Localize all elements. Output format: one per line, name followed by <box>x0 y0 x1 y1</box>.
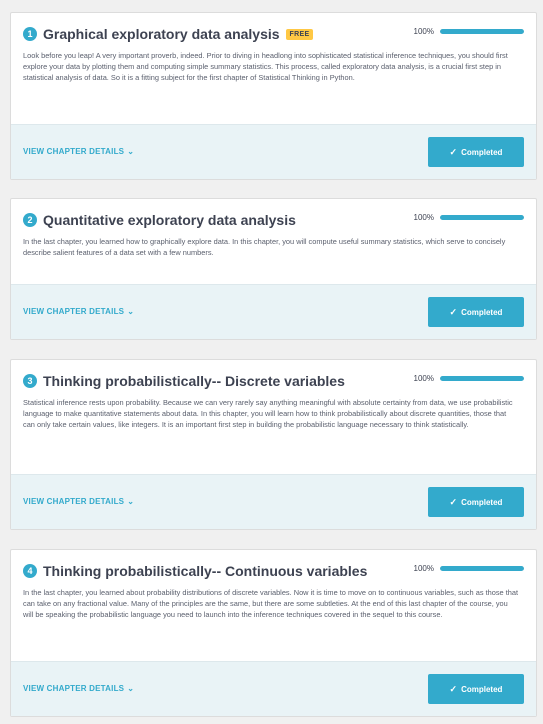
chapter-description: In the last chapter, you learned how to … <box>23 237 506 257</box>
chevron-down-icon: ⌄ <box>127 497 135 506</box>
completed-button[interactable]: ✓ Completed <box>428 137 524 167</box>
view-chapter-details-label: VIEW CHAPTER DETAILS <box>23 684 125 693</box>
chapter-card-4: 4 Thinking probabilistically-- Continuou… <box>10 549 537 717</box>
view-chapter-details-label: VIEW CHAPTER DETAILS <box>23 497 125 506</box>
chapter-progress: 100% <box>410 27 524 36</box>
check-icon: ✓ <box>449 146 458 157</box>
chapter-footer: VIEW CHAPTER DETAILS ⌄ ✓ Completed <box>11 661 536 716</box>
chapter-number-badge: 1 <box>23 27 37 41</box>
progress-bar <box>440 376 524 381</box>
free-badge: FREE <box>285 28 314 40</box>
chapter-progress: 100% <box>410 564 524 573</box>
view-chapter-details-link[interactable]: VIEW CHAPTER DETAILS ⌄ <box>23 497 134 506</box>
chapter-title[interactable]: Thinking probabilistically-- Continuous … <box>43 563 367 579</box>
chapter-card-3: 3 Thinking probabilistically-- Discrete … <box>10 359 537 530</box>
chapter-description: In the last chapter, you learned about p… <box>23 588 519 619</box>
chapter-progress: 100% <box>410 213 524 222</box>
chapter-footer: VIEW CHAPTER DETAILS ⌄ ✓ Completed <box>11 124 536 179</box>
progress-percent: 100% <box>413 564 434 573</box>
progress-bar <box>440 29 524 34</box>
chapter-number-badge: 2 <box>23 213 37 227</box>
completed-label: Completed <box>461 684 503 694</box>
progress-bar-fill <box>440 376 524 381</box>
completed-button[interactable]: ✓ Completed <box>428 297 524 327</box>
check-icon: ✓ <box>449 683 458 694</box>
check-icon: ✓ <box>449 306 458 317</box>
chevron-down-icon: ⌄ <box>127 147 135 156</box>
completed-label: Completed <box>461 147 503 157</box>
chevron-down-icon: ⌄ <box>127 307 135 316</box>
completed-button[interactable]: ✓ Completed <box>428 487 524 517</box>
chapter-footer: VIEW CHAPTER DETAILS ⌄ ✓ Completed <box>11 474 536 529</box>
progress-percent: 100% <box>413 374 434 383</box>
progress-bar-fill <box>440 215 524 220</box>
completed-label: Completed <box>461 307 503 317</box>
chapter-number-badge: 3 <box>23 374 37 388</box>
completed-label: Completed <box>461 497 503 507</box>
progress-percent: 100% <box>413 27 434 36</box>
view-chapter-details-label: VIEW CHAPTER DETAILS <box>23 307 125 316</box>
chevron-down-icon: ⌄ <box>127 684 135 693</box>
chapter-description: Statistical inference rests upon probabi… <box>23 398 513 429</box>
chapter-title[interactable]: Thinking probabilistically-- Discrete va… <box>43 373 345 389</box>
chapter-title[interactable]: Graphical exploratory data analysis <box>43 26 280 42</box>
chapter-title[interactable]: Quantitative exploratory data analysis <box>43 212 296 228</box>
chapter-number-badge: 4 <box>23 564 37 578</box>
progress-bar-fill <box>440 566 524 571</box>
completed-button[interactable]: ✓ Completed <box>428 674 524 704</box>
chapter-card-2: 2 Quantitative exploratory data analysis… <box>10 198 537 340</box>
view-chapter-details-label: VIEW CHAPTER DETAILS <box>23 147 125 156</box>
progress-bar <box>440 566 524 571</box>
chapter-description: Look before you leap! A very important p… <box>23 51 508 82</box>
progress-percent: 100% <box>413 213 434 222</box>
chapter-footer: VIEW CHAPTER DETAILS ⌄ ✓ Completed <box>11 284 536 339</box>
progress-bar <box>440 215 524 220</box>
chapter-progress: 100% <box>410 374 524 383</box>
chapter-card-1: 1 Graphical exploratory data analysis FR… <box>10 12 537 180</box>
chapter-list: 1 Graphical exploratory data analysis FR… <box>0 0 543 724</box>
progress-bar-fill <box>440 29 524 34</box>
view-chapter-details-link[interactable]: VIEW CHAPTER DETAILS ⌄ <box>23 307 134 316</box>
view-chapter-details-link[interactable]: VIEW CHAPTER DETAILS ⌄ <box>23 147 134 156</box>
view-chapter-details-link[interactable]: VIEW CHAPTER DETAILS ⌄ <box>23 684 134 693</box>
check-icon: ✓ <box>449 496 458 507</box>
